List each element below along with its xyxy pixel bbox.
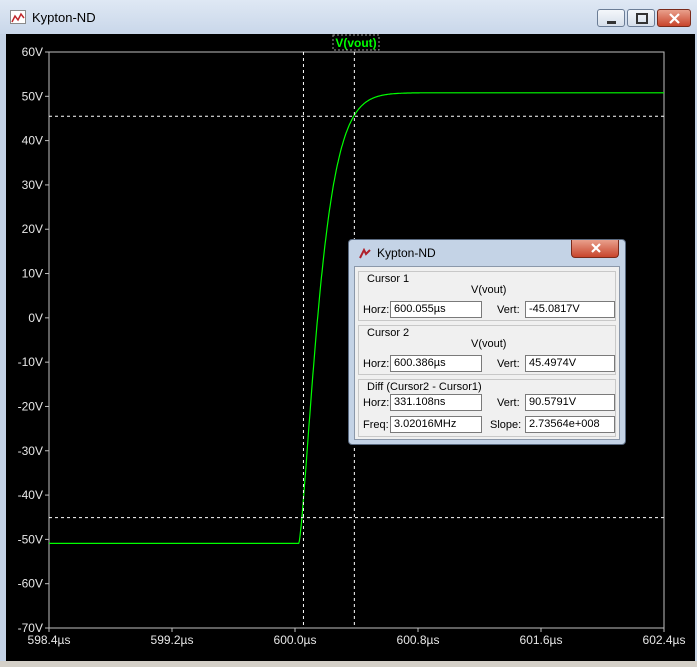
- x-tick-label: 600.8µs: [397, 633, 440, 647]
- diff-label: Diff (Cursor2 - Cursor1): [367, 381, 482, 393]
- diff-group: Diff (Cursor2 - Cursor1) Horz: 331.108ns…: [358, 379, 616, 437]
- cursor2-vert-label: Vert:: [497, 358, 520, 370]
- x-tick-label: 599.2µs: [151, 633, 194, 647]
- ltspice-icon: [359, 248, 371, 259]
- cursor2-group: Cursor 2 V(vout) Horz: 600.386µs Vert: 4…: [358, 325, 616, 375]
- diff-slope-field[interactable]: 2.73564e+008: [525, 416, 615, 433]
- cursor2-horz-label: Horz:: [363, 358, 390, 370]
- cursor2-horz-field[interactable]: 600.386µs: [390, 355, 482, 372]
- diff-horz-field[interactable]: 331.108ns: [390, 394, 482, 411]
- cursor1-label: Cursor 1: [367, 273, 410, 285]
- waveform-app-icon: [10, 10, 26, 24]
- x-tick-label: 602.4µs: [643, 633, 686, 647]
- dialog-title: Kypton-ND: [377, 246, 436, 260]
- x-tick-label: 598.4µs: [28, 633, 71, 647]
- y-tick-label: -20V: [18, 399, 43, 413]
- x-tick-label: 601.6µs: [520, 633, 563, 647]
- minimize-button[interactable]: [597, 9, 625, 27]
- close-icon: [669, 13, 680, 24]
- title-bar[interactable]: Kypton-ND: [0, 0, 697, 34]
- cursor1-group: Cursor 1 V(vout) Horz: 600.055µs Vert: -…: [358, 271, 616, 321]
- cursor2-vert-field[interactable]: 45.4974V: [525, 355, 615, 372]
- y-tick-label: 40V: [22, 134, 43, 148]
- dialog-close-button[interactable]: [571, 240, 619, 258]
- cursor1-trace: V(vout): [471, 284, 507, 296]
- close-icon: [591, 243, 601, 253]
- cursor2-label: Cursor 2: [367, 327, 410, 339]
- diff-vert-label: Vert:: [497, 397, 520, 409]
- y-tick-label: -50V: [18, 532, 43, 546]
- diff-horz-label: Horz:: [363, 397, 390, 409]
- x-tick-label: 600.0µs: [274, 633, 317, 647]
- cursor-dialog[interactable]: Kypton-ND Cursor 1 V(vout) Horz: 600.055…: [348, 239, 626, 445]
- y-tick-label: -30V: [18, 444, 43, 458]
- diff-slope-label: Slope:: [490, 419, 522, 431]
- cursor1-vert-field[interactable]: -45.0817V: [525, 301, 615, 318]
- cursor1-horz-field[interactable]: 600.055µs: [390, 301, 482, 318]
- maximize-button[interactable]: [627, 9, 655, 27]
- y-tick-label: -40V: [18, 488, 43, 502]
- y-tick-label: 20V: [22, 222, 43, 236]
- y-tick-label: 30V: [22, 178, 43, 192]
- dialog-body: Cursor 1 V(vout) Horz: 600.055µs Vert: -…: [354, 266, 620, 440]
- y-tick-label: -10V: [18, 355, 43, 369]
- diff-vert-field[interactable]: 90.5791V: [525, 394, 615, 411]
- cursor1-horz-label: Horz:: [363, 304, 390, 316]
- trace-label[interactable]: V(vout): [335, 36, 376, 50]
- close-button[interactable]: [657, 9, 691, 27]
- y-tick-label: 0V: [28, 311, 43, 325]
- minimize-icon: [607, 21, 616, 24]
- cursor1-vert-label: Vert:: [497, 304, 520, 316]
- status-strip: [0, 661, 697, 667]
- cursor2-trace: V(vout): [471, 338, 507, 350]
- window-title: Kypton-ND: [32, 10, 96, 25]
- maximize-icon: [636, 13, 648, 24]
- diff-freq-field[interactable]: 3.02016MHz: [390, 416, 482, 433]
- y-tick-label: 10V: [22, 267, 43, 281]
- y-tick-label: 60V: [22, 45, 43, 59]
- y-tick-label: 50V: [22, 89, 43, 103]
- diff-freq-label: Freq:: [363, 419, 389, 431]
- y-tick-label: -60V: [18, 577, 43, 591]
